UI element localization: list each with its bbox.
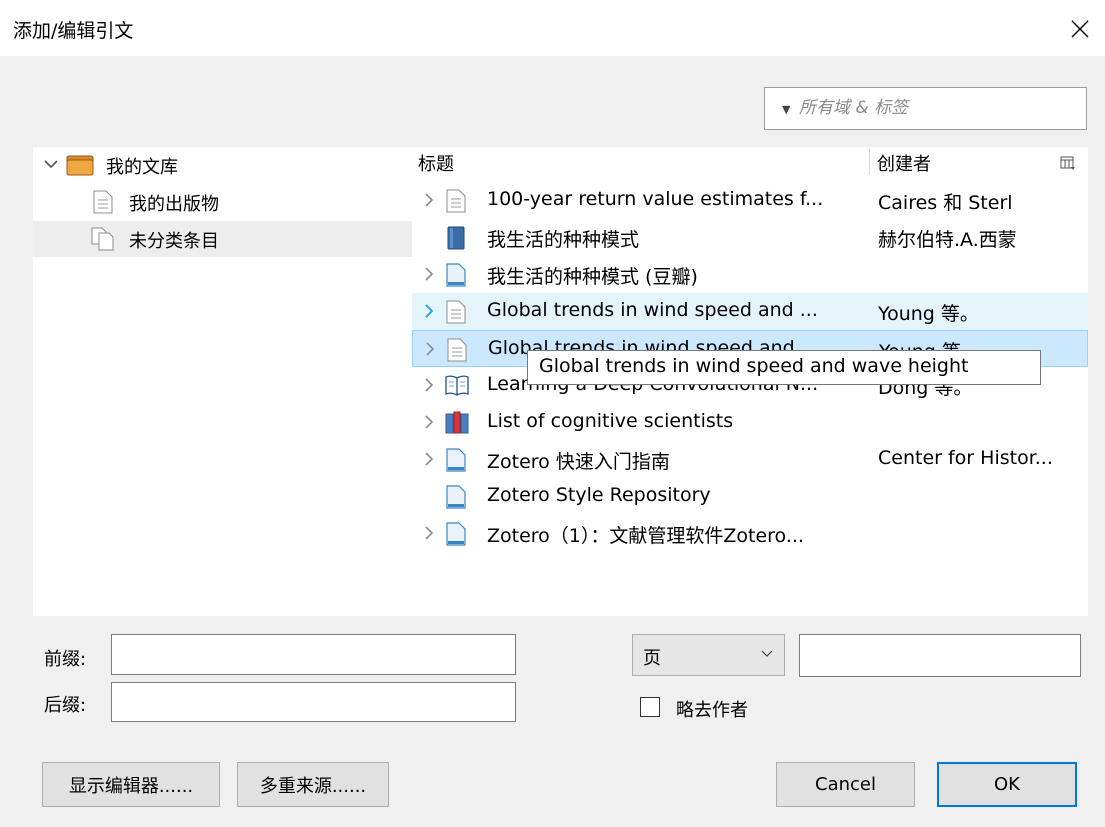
- webpage-icon: [446, 522, 466, 546]
- item-title: 100-year return value estimates f...: [487, 188, 824, 210]
- window-title: 添加/编辑引文: [13, 20, 134, 42]
- item-row[interactable]: 我生活的种种模式 (豆瓣): [412, 256, 1088, 293]
- tree-item-label: 我的出版物: [129, 194, 219, 215]
- multiple-sources-button[interactable]: 多重来源......: [237, 762, 389, 807]
- chevron-down-icon: [761, 650, 773, 657]
- chevron-right-icon[interactable]: [424, 415, 434, 429]
- collections-tree: 我的文库 我的出版物 未分类条目: [33, 147, 412, 616]
- item-title: List of cognitive scientists: [487, 410, 734, 432]
- tree-item-unfiled[interactable]: 未分类条目: [33, 221, 412, 257]
- omit-author-checkbox[interactable]: [640, 697, 660, 717]
- book-icon: [447, 226, 465, 250]
- item-row[interactable]: Zotero（1）：文献管理软件Zotero...: [412, 515, 1088, 552]
- tree-item-label: 我的文库: [106, 157, 178, 178]
- chevron-down-icon[interactable]: [43, 156, 59, 172]
- item-row[interactable]: Zotero 快速入门指南 Center for Histor...: [412, 441, 1088, 478]
- locator-input[interactable]: [799, 634, 1081, 677]
- item-row[interactable]: 我生活的种种模式 赫尔伯特.A.西蒙: [412, 219, 1088, 256]
- item-row[interactable]: Global trends in wind speed and ... Youn…: [412, 293, 1088, 330]
- prefix-input[interactable]: [111, 634, 516, 675]
- item-creator: Center for Histor...: [878, 447, 1053, 469]
- chevron-right-icon[interactable]: [424, 193, 434, 207]
- item-row[interactable]: List of cognitive scientists: [412, 404, 1088, 441]
- item-title: Zotero（1）：文献管理软件Zotero...: [487, 525, 804, 547]
- document-icon: [446, 300, 466, 324]
- tree-item-label: 未分类条目: [129, 231, 219, 252]
- item-tooltip: Global trends in wind speed and wave hei…: [527, 350, 1041, 385]
- webpage-icon: [446, 485, 466, 509]
- ok-button[interactable]: OK: [937, 762, 1077, 807]
- item-creator: Caires 和 Sterl: [878, 192, 1013, 214]
- webpage-icon: [446, 448, 466, 472]
- suffix-input[interactable]: [111, 682, 516, 722]
- omit-author-label: 略去作者: [676, 700, 748, 721]
- chevron-right-icon[interactable]: [424, 267, 434, 281]
- chevron-right-icon[interactable]: [424, 378, 434, 392]
- tree-item-my-library[interactable]: 我的文库: [33, 147, 412, 183]
- item-title: Zotero 快速入门指南: [487, 451, 670, 473]
- locator-type-value: 页: [643, 648, 661, 669]
- tree-item-my-publications[interactable]: 我的出版物: [33, 184, 412, 220]
- webpage-icon: [446, 263, 466, 287]
- cancel-button[interactable]: Cancel: [776, 762, 915, 807]
- document-icon: [447, 338, 467, 362]
- item-title: Global trends in wind speed and ...: [487, 299, 818, 321]
- book-section-icon: [445, 375, 469, 396]
- chevron-right-icon[interactable]: [424, 452, 434, 466]
- item-title: 我生活的种种模式: [487, 229, 640, 251]
- unfiled-items-icon: [91, 227, 114, 251]
- item-creator: 赫尔伯特.A.西蒙: [878, 229, 1017, 251]
- show-editor-button[interactable]: 显示编辑器......: [42, 762, 220, 807]
- column-header-creator[interactable]: 创建者: [870, 147, 1050, 177]
- item-row[interactable]: Zotero Style Repository: [412, 478, 1088, 515]
- item-creator: Young 等。: [878, 303, 979, 325]
- column-picker-icon[interactable]: [1060, 155, 1076, 171]
- suffix-label: 后缀:: [44, 695, 87, 716]
- search-mode-dropdown-icon[interactable]: ▼: [782, 103, 790, 116]
- chevron-right-icon[interactable]: [424, 526, 434, 540]
- item-row[interactable]: 100-year return value estimates f... Cai…: [412, 182, 1088, 219]
- document-icon: [446, 189, 466, 213]
- locator-type-select[interactable]: 页: [632, 634, 785, 676]
- title-bar: 添加/编辑引文: [0, 0, 1105, 56]
- item-title: Zotero Style Repository: [487, 484, 711, 506]
- item-title: 我生活的种种模式 (豆瓣): [487, 266, 698, 288]
- chevron-right-icon[interactable]: [425, 342, 435, 356]
- chevron-right-icon[interactable]: [424, 304, 434, 318]
- close-button[interactable]: [1064, 10, 1096, 46]
- prefix-label: 前缀:: [44, 649, 87, 670]
- column-header-title[interactable]: 标题: [412, 147, 869, 177]
- search-input[interactable]: [799, 94, 1079, 122]
- library-icon: [66, 155, 94, 176]
- close-icon: [1071, 20, 1089, 38]
- publications-icon: [93, 190, 113, 214]
- search-box[interactable]: ▼: [764, 87, 1087, 130]
- encyclopedia-icon: [445, 411, 469, 434]
